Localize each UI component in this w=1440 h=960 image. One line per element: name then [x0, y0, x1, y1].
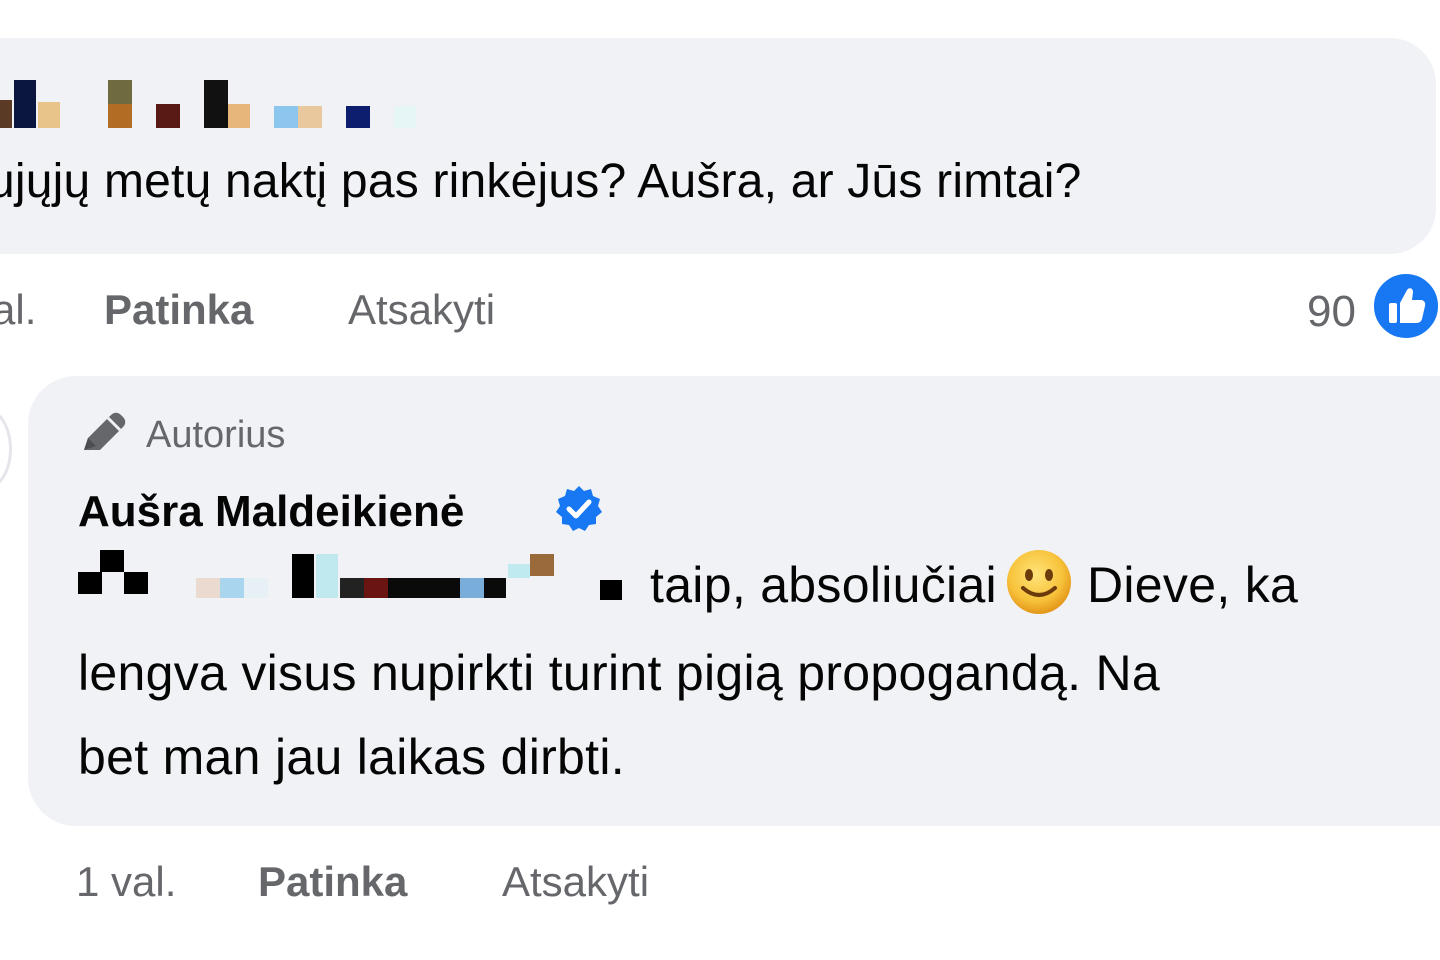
reply-reply-link[interactable]: Atsakyti [502, 852, 649, 912]
comments-thread: ujųjų metų naktį pas rinkėjus? Aušra, ar… [0, 0, 1440, 960]
reply-author-name[interactable]: Aušra Maldeikienė [78, 482, 464, 542]
reply-time[interactable]: 1 val. [76, 852, 176, 912]
comment-text: ujųjų metų naktį pas rinkėjus? Aušra, ar… [0, 155, 1082, 208]
smiley-emoji-icon [1006, 550, 1071, 614]
comment-bubble [0, 38, 1436, 254]
like-icon[interactable] [1370, 270, 1440, 342]
like-link[interactable]: Patinka [104, 280, 253, 340]
redacted-author-name [0, 78, 460, 130]
redacted-mention[interactable] [78, 550, 638, 606]
verified-badge-icon [556, 486, 602, 531]
reply-like-link[interactable]: Patinka [258, 852, 407, 912]
reply-text-line-1: taip, absoliučiai Dieve, ka [650, 548, 1298, 620]
reply-text-line-3: bet man jau laikas dirbti. [78, 729, 625, 785]
pencil-icon [84, 412, 126, 450]
comment-time[interactable]: al. [0, 280, 36, 340]
reply-link[interactable]: Atsakyti [348, 280, 495, 340]
avatar[interactable] [0, 408, 12, 490]
reaction-count[interactable]: 90 [1307, 282, 1356, 342]
author-badge-label: Autorius [146, 414, 286, 456]
reply-text-line-2: lengva visus nupirkti turint pigią propo… [78, 645, 1161, 701]
